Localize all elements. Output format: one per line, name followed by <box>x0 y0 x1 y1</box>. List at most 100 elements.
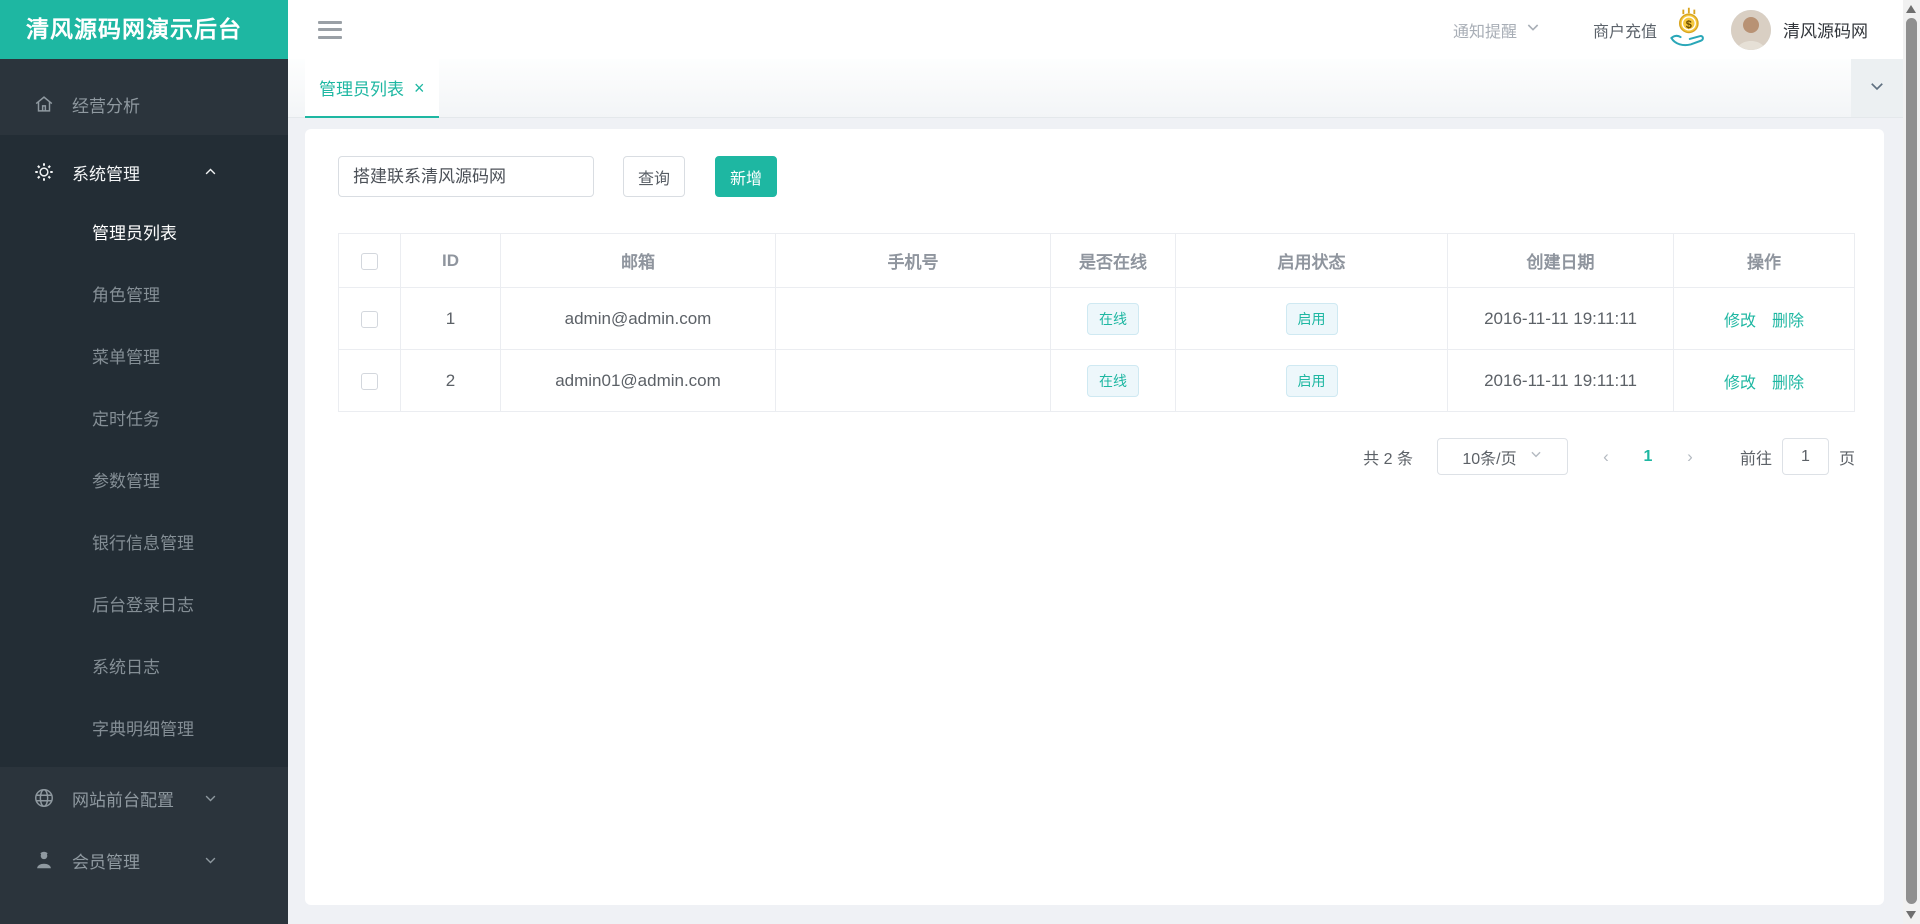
cell-created: 2016-11-11 19:11:11 <box>1448 350 1674 412</box>
page-size-select[interactable]: 10条/页 <box>1437 438 1568 475</box>
prev-page-button[interactable]: ‹ <box>1584 447 1628 467</box>
sidebar-item[interactable]: 系统管理 <box>0 141 288 203</box>
column-header: 手机号 <box>776 234 1051 288</box>
sidebar-group: 经营分析 <box>0 73 288 135</box>
column-header: 操作 <box>1674 234 1855 288</box>
pagination: 共 2 条 10条/页 ‹ 1 › 前往 页 <box>338 438 1855 475</box>
column-header: 启用状态 <box>1176 234 1448 288</box>
tab-label: 管理员列表 <box>319 75 404 100</box>
sidebar-group: 网站前台配置 <box>0 767 288 829</box>
notice-label: 通知提醒 <box>1453 18 1517 42</box>
edit-link[interactable]: 修改 <box>1724 313 1756 330</box>
cell-id: 2 <box>401 350 501 412</box>
cell-created: 2016-11-11 19:11:11 <box>1448 288 1674 350</box>
status-badge: 启用 <box>1286 365 1338 397</box>
admin-table: ID邮箱手机号是否在线启用状态创建日期操作1admin@admin.com在线启… <box>338 233 1855 412</box>
notice-dropdown[interactable]: 通知提醒 <box>1453 18 1541 42</box>
cell-phone <box>776 350 1051 412</box>
cell-phone <box>776 288 1051 350</box>
sidebar-item[interactable]: 会员管理 <box>0 829 288 891</box>
online-badge: 在线 <box>1087 365 1139 397</box>
goto-page-input[interactable] <box>1782 438 1829 475</box>
menu-toggle-icon[interactable] <box>318 21 342 39</box>
column-header: 创建日期 <box>1448 234 1674 288</box>
sidebar-subitem[interactable]: 字典明细管理 <box>0 699 288 761</box>
edit-link[interactable]: 修改 <box>1724 375 1756 392</box>
home-icon <box>33 93 55 115</box>
current-page[interactable]: 1 <box>1628 448 1668 466</box>
sidebar-subitem[interactable]: 参数管理 <box>0 451 288 513</box>
sidebar-item-label: 经营分析 <box>72 92 140 117</box>
sidebar-subitem[interactable]: 角色管理 <box>0 265 288 327</box>
sidebar-item-label: 会员管理 <box>72 848 140 873</box>
recharge-button[interactable]: 商户充值 $ <box>1593 5 1709 54</box>
select-all-header <box>339 234 401 288</box>
row-checkbox[interactable] <box>361 373 378 390</box>
content-area: 查询 新增 ID邮箱手机号是否在线启用状态创建日期操作1admin@admin.… <box>288 118 1903 924</box>
chevron-down-icon <box>203 853 218 868</box>
sidebar-item[interactable]: 经营分析 <box>0 73 288 135</box>
scroll-up-icon[interactable] <box>1906 5 1916 13</box>
tabbar: 管理员列表 × <box>288 59 1903 118</box>
status-badge: 启用 <box>1286 303 1338 335</box>
recharge-label: 商户充值 <box>1593 18 1657 42</box>
column-header: ID <box>401 234 501 288</box>
topbar: 通知提醒 商户充值 $ <box>288 0 1903 59</box>
select-all-checkbox[interactable] <box>361 253 378 270</box>
sidebar: 经营分析系统管理管理员列表角色管理菜单管理定时任务参数管理银行信息管理后台登录日… <box>0 59 288 924</box>
sidebar-subitem[interactable]: 定时任务 <box>0 389 288 451</box>
globe-icon <box>33 787 55 809</box>
table-row: 1admin@admin.com 在线 启用 2016-11-11 19:11:11 修… <box>339 288 1855 350</box>
sidebar-group: 会员管理 <box>0 829 288 891</box>
sidebar-subitem[interactable]: 系统日志 <box>0 637 288 699</box>
tab-close-icon[interactable]: × <box>414 79 425 97</box>
scrollbar-thumb[interactable] <box>1906 18 1917 904</box>
page-scrollbar[interactable] <box>1903 0 1920 924</box>
chevron-down-icon <box>203 791 218 806</box>
avatar[interactable] <box>1731 10 1771 50</box>
column-header: 是否在线 <box>1051 234 1176 288</box>
admin-list-card: 查询 新增 ID邮箱手机号是否在线启用状态创建日期操作1admin@admin.… <box>305 129 1884 905</box>
table-row: 2admin01@admin.com 在线 启用 2016-11-11 19:11:1… <box>339 350 1855 412</box>
app-logo: 清风源码网演示后台 <box>0 0 288 59</box>
next-page-button[interactable]: › <box>1668 447 1712 467</box>
topbar-right: 通知提醒 商户充值 $ <box>1453 5 1868 54</box>
chevron-up-icon <box>203 165 218 180</box>
goto-label: 前往 <box>1740 445 1772 469</box>
page-suffix: 页 <box>1839 445 1855 469</box>
sidebar-item-label: 网站前台配置 <box>72 786 174 811</box>
query-button[interactable]: 查询 <box>623 156 685 197</box>
toolbar: 查询 新增 <box>338 156 1855 197</box>
sidebar-subitem[interactable]: 管理员列表 <box>0 203 288 265</box>
sidebar-item[interactable]: 网站前台配置 <box>0 767 288 829</box>
cell-email: admin@admin.com <box>501 288 776 350</box>
scroll-down-icon[interactable] <box>1906 911 1916 919</box>
column-header: 邮箱 <box>501 234 776 288</box>
delete-link[interactable]: 删除 <box>1772 313 1804 330</box>
coin-hand-icon: $ <box>1657 5 1709 54</box>
user-icon <box>33 849 55 871</box>
chevron-down-icon <box>1868 77 1886 100</box>
search-input[interactable] <box>338 156 594 197</box>
tab-admin-list[interactable]: 管理员列表 × <box>305 59 439 118</box>
svg-text:$: $ <box>1686 19 1692 31</box>
chevron-down-icon <box>1517 447 1543 466</box>
sidebar-subitem[interactable]: 后台登录日志 <box>0 575 288 637</box>
total-count: 共 2 条 <box>1363 445 1413 469</box>
cell-id: 1 <box>401 288 501 350</box>
page-size-value: 10条/页 <box>1462 445 1516 469</box>
sidebar-group: 系统管理管理员列表角色管理菜单管理定时任务参数管理银行信息管理后台登录日志系统日… <box>0 135 288 767</box>
online-badge: 在线 <box>1087 303 1139 335</box>
tabs-dropdown-button[interactable] <box>1851 59 1903 117</box>
sidebar-item-label: 系统管理 <box>72 160 140 185</box>
row-checkbox[interactable] <box>361 311 378 328</box>
page: 清风源码网演示后台 通知提醒 商户充值 $ <box>0 0 1920 924</box>
delete-link[interactable]: 删除 <box>1772 375 1804 392</box>
cell-email: admin01@admin.com <box>501 350 776 412</box>
add-button[interactable]: 新增 <box>715 156 777 197</box>
username[interactable]: 清风源码网 <box>1783 17 1868 42</box>
gear-icon <box>33 161 55 183</box>
sidebar-subitem[interactable]: 银行信息管理 <box>0 513 288 575</box>
sidebar-subitem[interactable]: 菜单管理 <box>0 327 288 389</box>
chevron-down-icon <box>1517 19 1541 40</box>
